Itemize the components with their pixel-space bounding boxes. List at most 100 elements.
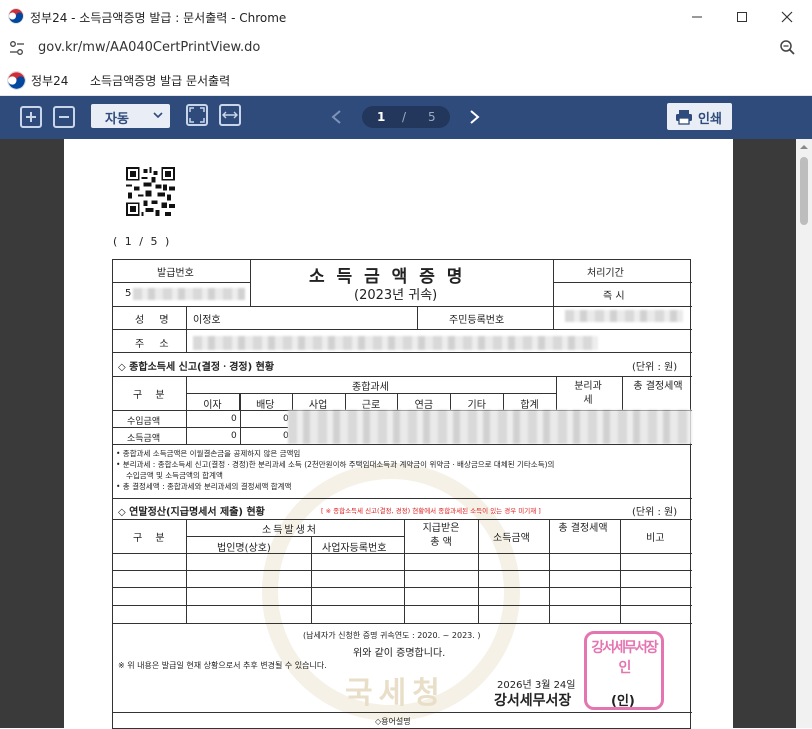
prev-page-icon[interactable] xyxy=(330,109,342,125)
sub-column-header: 합계 xyxy=(520,400,539,411)
column-divider xyxy=(450,393,452,410)
address-bar[interactable]: gov.kr/mw/AA040CertPrintView.do xyxy=(0,33,812,63)
certificate-subtitle: (2023년 귀속) xyxy=(354,288,438,303)
seal-text: 강서세무서장인 xyxy=(591,640,658,676)
sub-column-header: 연금 xyxy=(414,400,434,411)
sub-column-header: 사업 xyxy=(308,400,328,411)
processing-label: 처리기간 xyxy=(587,268,624,279)
section1-notes: • 종합과세 소득금액은 이월결손금을 공제하지 않은 금액임 • 분리과세 :… xyxy=(116,448,688,492)
col2-category: 구 분 xyxy=(133,533,170,544)
minimize-icon xyxy=(692,16,702,17)
official-seal: 강서세무서장인 xyxy=(584,631,664,710)
col-category: 구 분 xyxy=(133,390,170,401)
sub-column-header: 배당 xyxy=(256,400,275,411)
col-separate: 분리과세 xyxy=(574,381,602,406)
page-indicator[interactable]: 1 / 5 xyxy=(362,106,450,128)
zoom-select[interactable]: 자동 xyxy=(91,104,170,128)
issue-no-label: 발급번호 xyxy=(157,268,194,279)
footer-hint: ◇용어설명 xyxy=(375,717,411,726)
note-line: 수입금액 및 소득금액의 합계액 xyxy=(126,471,223,480)
row-revenue-label: 수입금액 xyxy=(127,417,161,427)
column-divider xyxy=(397,393,399,410)
row-income-label: 소득금액 xyxy=(127,434,161,444)
col2-paid: 지급받은 총 액 xyxy=(422,523,460,548)
col-total-tax: 총 결정세액 xyxy=(633,381,683,392)
scrollbar-thumb[interactable] xyxy=(800,157,808,225)
disclaimer: ※ 위 내용은 발급일 현재 상황으로서 추후 변경될 수 있습니다. xyxy=(118,661,327,670)
column-divider xyxy=(291,393,293,410)
app-header: 정부24 소득금액증명 발급 문서출력 xyxy=(0,63,812,96)
maximize-icon xyxy=(737,11,747,22)
redacted-income-values xyxy=(288,410,692,444)
close-icon xyxy=(781,11,793,22)
zoom-in-button[interactable] xyxy=(20,106,42,128)
minus-icon xyxy=(59,116,69,118)
name-label: 성 명 xyxy=(135,315,175,326)
zoom-select-value: 자동 xyxy=(105,112,129,127)
row-income-interest: 0 xyxy=(231,431,237,441)
scroll-up-icon[interactable] xyxy=(799,143,809,151)
print-label: 인쇄 xyxy=(698,112,722,127)
fit-page-icon xyxy=(189,107,205,123)
section2-title: ◇ 연말정산(지급명세서 제출) 현황 xyxy=(118,507,265,518)
section1-title: ◇ 종합소득세 신고(결정ㆍ경정) 현황 xyxy=(118,362,275,373)
sub-column-header: 기타 xyxy=(467,400,486,411)
request-period: (납세자가 신청한 증명 귀속연도 : 2020. ~ 2023. ) xyxy=(303,631,481,640)
col2-income: 소득금액 xyxy=(493,533,530,544)
section2-warning: [ ※ 종합소득세 신고(결정, 경정) 현황에서 종합과세된 소득이 있는 경… xyxy=(321,507,541,515)
issue-no-value: 5 xyxy=(125,288,132,299)
sub-column-header: 근로 xyxy=(361,400,381,411)
vertical-scrollbar[interactable] xyxy=(796,139,812,728)
issue-date: 2026년 3월 24일 xyxy=(497,680,576,691)
minimize-button[interactable] xyxy=(674,0,720,33)
qr-code xyxy=(126,167,175,216)
note-line: • 종합과세 소득금액은 이월결손금을 공제하지 않은 금액임 xyxy=(116,449,301,458)
plus-icon xyxy=(26,112,36,122)
page-number-label: ( 1 / 5 ) xyxy=(113,235,172,248)
close-button[interactable] xyxy=(764,0,810,33)
current-page[interactable]: 1 xyxy=(377,110,385,124)
note-line: • 분리과세 : 종합소득세 신고(결정ㆍ경정)한 분리과세 소득 (2천만원이… xyxy=(116,460,555,469)
zoom-icon[interactable] xyxy=(779,39,796,56)
page-separator: / xyxy=(402,110,407,124)
document-title: 소득금액증명 발급 문서출력 xyxy=(90,74,231,88)
zoom-out-button[interactable] xyxy=(53,106,75,128)
gov-logo-icon xyxy=(8,8,24,24)
window-title: 정부24 - 소득금액증명 발급 : 문서출력 - Chrome xyxy=(30,11,287,25)
col2-tax: 총 결정세액 xyxy=(558,523,608,534)
maximize-button[interactable] xyxy=(719,0,765,33)
sub-column-header: 이자 xyxy=(203,400,222,411)
gov24-logo-icon xyxy=(7,71,26,90)
col2-payer: 소득발생처 xyxy=(262,525,318,536)
note-line: • 총 결정세액 : 종합과세와 분리과세의 결정세액 합계액 xyxy=(116,482,292,491)
office-name: 강서세무서장 xyxy=(494,693,572,709)
fit-width-icon xyxy=(222,111,238,119)
col-comprehensive: 종합과세 xyxy=(352,382,389,393)
rrn-label: 주민등록번호 xyxy=(449,315,505,326)
print-button[interactable]: 인쇄 xyxy=(667,103,732,130)
col2-corp: 법인명(상호) xyxy=(217,543,271,554)
name-value: 이정호 xyxy=(193,315,221,326)
redacted-rrn xyxy=(565,310,683,322)
printer-icon xyxy=(676,110,692,125)
url-text[interactable]: gov.kr/mw/AA040CertPrintView.do xyxy=(38,40,260,55)
redacted-issue-no xyxy=(133,288,245,300)
brand-name[interactable]: 정부24 xyxy=(31,72,68,89)
chevron-down-icon xyxy=(153,112,163,119)
column-divider xyxy=(344,393,346,410)
fit-page-button[interactable] xyxy=(186,104,208,126)
window-title-bar: 정부24 - 소득금액증명 발급 : 문서출력 - Chrome xyxy=(0,0,812,33)
section2-unit: (단위 : 원) xyxy=(632,507,678,518)
column-divider xyxy=(503,393,505,410)
redacted-address xyxy=(193,336,598,350)
total-pages: 5 xyxy=(428,110,436,124)
col2-note: 비고 xyxy=(646,533,665,544)
next-page-icon[interactable] xyxy=(469,109,481,125)
address-label: 주 소 xyxy=(135,339,175,350)
certify-text: 위와 같이 증명합니다. xyxy=(353,648,446,659)
site-settings-icon[interactable] xyxy=(8,40,26,56)
section1-unit: (단위 : 원) xyxy=(632,362,678,373)
processing-value: 즉 시 xyxy=(603,291,625,302)
col2-bizno: 사업자등록번호 xyxy=(322,543,387,554)
fit-width-button[interactable] xyxy=(219,104,241,126)
